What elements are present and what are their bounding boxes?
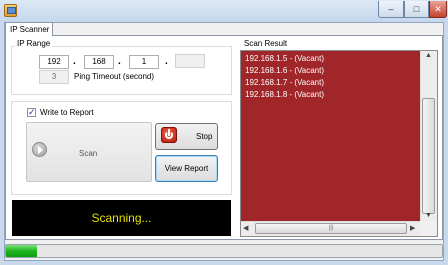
app-icon bbox=[4, 4, 17, 17]
horizontal-scroll-thumb[interactable]: ||| bbox=[255, 223, 407, 234]
scroll-left-icon[interactable]: ◀ bbox=[243, 224, 248, 232]
minimize-button[interactable]: – bbox=[378, 1, 404, 18]
scroll-up-icon[interactable]: ▲ bbox=[422, 52, 435, 59]
power-icon bbox=[161, 127, 177, 143]
stop-button-label: Stop bbox=[196, 132, 213, 141]
ip-range-label: IP Range bbox=[15, 39, 53, 48]
list-item[interactable]: 192.168.1.7 - (Vacant) bbox=[245, 77, 420, 89]
ping-timeout-label: Ping Timeout (second) bbox=[74, 72, 155, 81]
ip-octet-1-field[interactable]: 192 bbox=[39, 55, 69, 69]
write-to-report-label: Write to Report bbox=[40, 108, 94, 117]
scroll-right-icon[interactable]: ▶ bbox=[410, 224, 415, 232]
ping-timeout-field: 3 bbox=[39, 70, 69, 84]
close-button[interactable]: ✕ bbox=[429, 1, 447, 18]
tab-ip-scanner[interactable]: IP Scanner bbox=[5, 22, 53, 36]
play-icon bbox=[32, 142, 47, 157]
list-item[interactable]: 192.168.1.6 - (Vacant) bbox=[245, 65, 420, 77]
scan-result-label: Scan Result bbox=[244, 39, 288, 48]
scan-progress-bar bbox=[5, 244, 443, 258]
scroll-down-icon[interactable]: ▼ bbox=[422, 212, 435, 219]
view-report-button[interactable]: View Report bbox=[155, 155, 218, 182]
scan-button-label: Scan bbox=[79, 149, 98, 158]
ip-octet-4-field bbox=[175, 54, 205, 68]
ip-octet-2-field[interactable]: 168 bbox=[84, 55, 114, 69]
list-item[interactable]: 192.168.1.5 - (Vacant) bbox=[245, 53, 420, 65]
vertical-scroll-thumb[interactable] bbox=[422, 98, 435, 214]
octet-separator: . bbox=[165, 56, 168, 67]
progress-fill bbox=[6, 245, 37, 257]
write-to-report-checkbox[interactable]: ✓ bbox=[27, 108, 36, 117]
maximize-button[interactable]: □ bbox=[404, 1, 429, 18]
octet-separator: . bbox=[118, 56, 121, 67]
octet-separator: . bbox=[73, 56, 76, 67]
scan-result-list: 192.168.1.5 - (Vacant) 192.168.1.6 - (Va… bbox=[241, 51, 420, 222]
list-item[interactable]: 192.168.1.8 - (Vacant) bbox=[245, 89, 420, 101]
scrollbar-corner bbox=[420, 221, 437, 236]
ip-octet-3-field[interactable]: 1 bbox=[129, 55, 159, 69]
status-panel: Scanning... bbox=[12, 200, 231, 236]
